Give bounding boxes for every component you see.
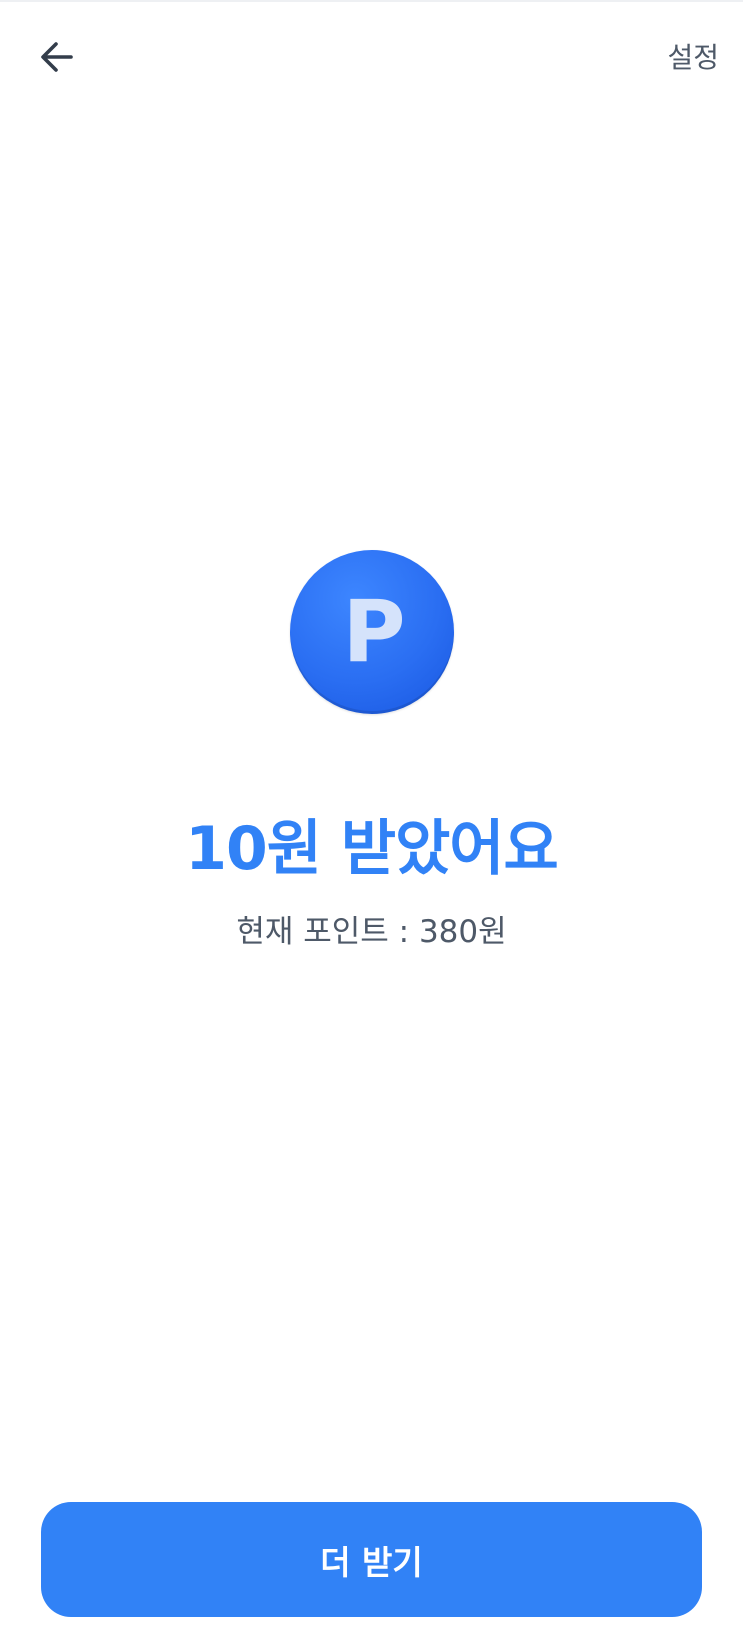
back-button[interactable]: [30, 30, 84, 84]
coin-letter: P: [342, 582, 406, 682]
point-coin-icon: P: [290, 550, 454, 714]
get-more-button-label: 더 받기: [320, 1542, 423, 1582]
get-more-button[interactable]: 더 받기: [41, 1502, 702, 1617]
arrow-left-icon: [41, 42, 73, 72]
current-points-text: 현재 포인트 : 380원: [236, 914, 507, 950]
settings-button[interactable]: 설정: [667, 36, 719, 76]
top-app-bar: 설정: [0, 0, 743, 110]
reward-headline: 10원 받았어요: [185, 814, 558, 884]
